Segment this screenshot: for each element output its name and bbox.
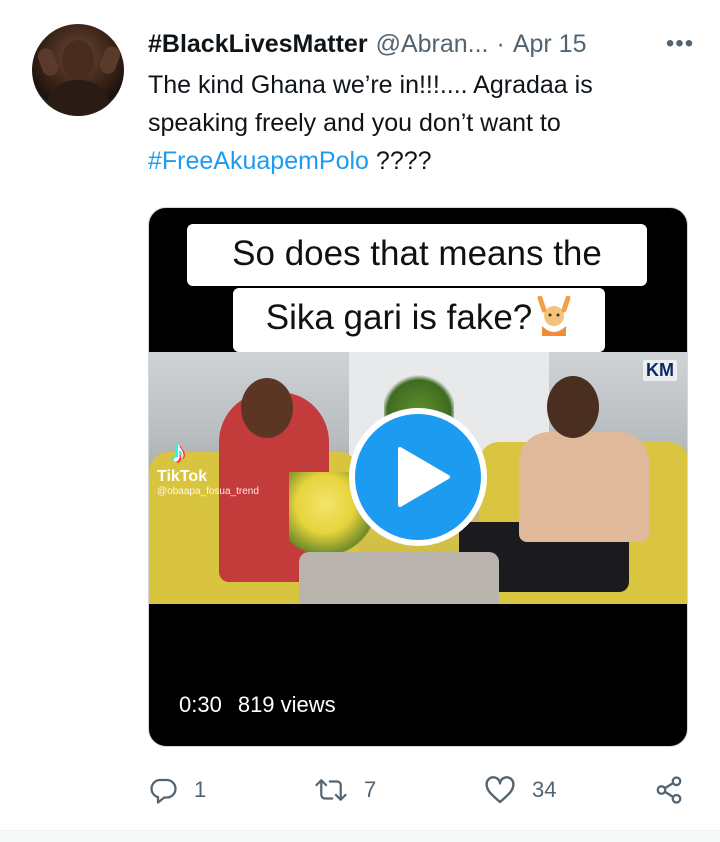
hashtag-link[interactable]: #FreeAkuapemPolo (148, 147, 369, 175)
like-icon (485, 776, 515, 804)
video-caption-line2: Sika gari is fake? (233, 288, 605, 352)
tweet-actions: 1 7 34 (148, 768, 696, 812)
reply-button[interactable]: 1 (148, 768, 206, 812)
avatar[interactable] (32, 24, 124, 116)
play-button[interactable] (349, 408, 487, 546)
like-button[interactable]: 34 (484, 768, 556, 812)
video-player[interactable]: So does that means the Sika gari is fake… (148, 207, 688, 747)
tweet-date[interactable]: Apr 15 (513, 30, 587, 59)
share-icon (656, 776, 682, 804)
user-handle[interactable]: @Abran... (376, 30, 489, 59)
reply-count: 1 (194, 777, 207, 802)
video-views: 819 views (237, 692, 336, 717)
retweet-button[interactable]: 7 (314, 768, 376, 812)
play-icon (398, 447, 450, 507)
share-button[interactable] (653, 768, 685, 812)
tiktok-username: @obaapa_fosua_trend (157, 486, 259, 497)
tiktok-watermark: ♪ TikTok @obaapa_fosua_trend (157, 436, 259, 498)
tweet-text-part2: ???? (368, 147, 432, 175)
tweet[interactable]: #BlackLivesMatter @Abran... · Apr 15 •••… (0, 0, 720, 842)
display-name[interactable]: #BlackLivesMatter (148, 30, 368, 59)
tiktok-icon: ♪ (171, 436, 186, 469)
divider (0, 830, 720, 842)
more-icon[interactable]: ••• (660, 26, 700, 62)
raising-hands-emoji (537, 295, 571, 336)
separator: · (496, 29, 505, 58)
video-caption-line1: So does that means the (187, 224, 647, 286)
reply-icon (150, 778, 177, 804)
retweet-icon (315, 779, 347, 801)
caption-line2-text: Sika gari is fake? (265, 298, 533, 337)
channel-logo: KM (643, 360, 677, 381)
video-meta: 0:30 819 views (179, 692, 336, 718)
tweet-text: The kind Ghana we’re in!!!.... Agradaa i… (148, 66, 668, 180)
tweet-text-part1: The kind Ghana we’re in!!!.... Agradaa i… (148, 71, 593, 137)
like-count: 34 (532, 777, 557, 802)
video-duration: 0:30 (179, 692, 222, 717)
tiktok-brand: TikTok (157, 468, 208, 485)
tweet-header: #BlackLivesMatter @Abran... · Apr 15 ••• (148, 26, 700, 62)
retweet-count: 7 (364, 777, 377, 802)
